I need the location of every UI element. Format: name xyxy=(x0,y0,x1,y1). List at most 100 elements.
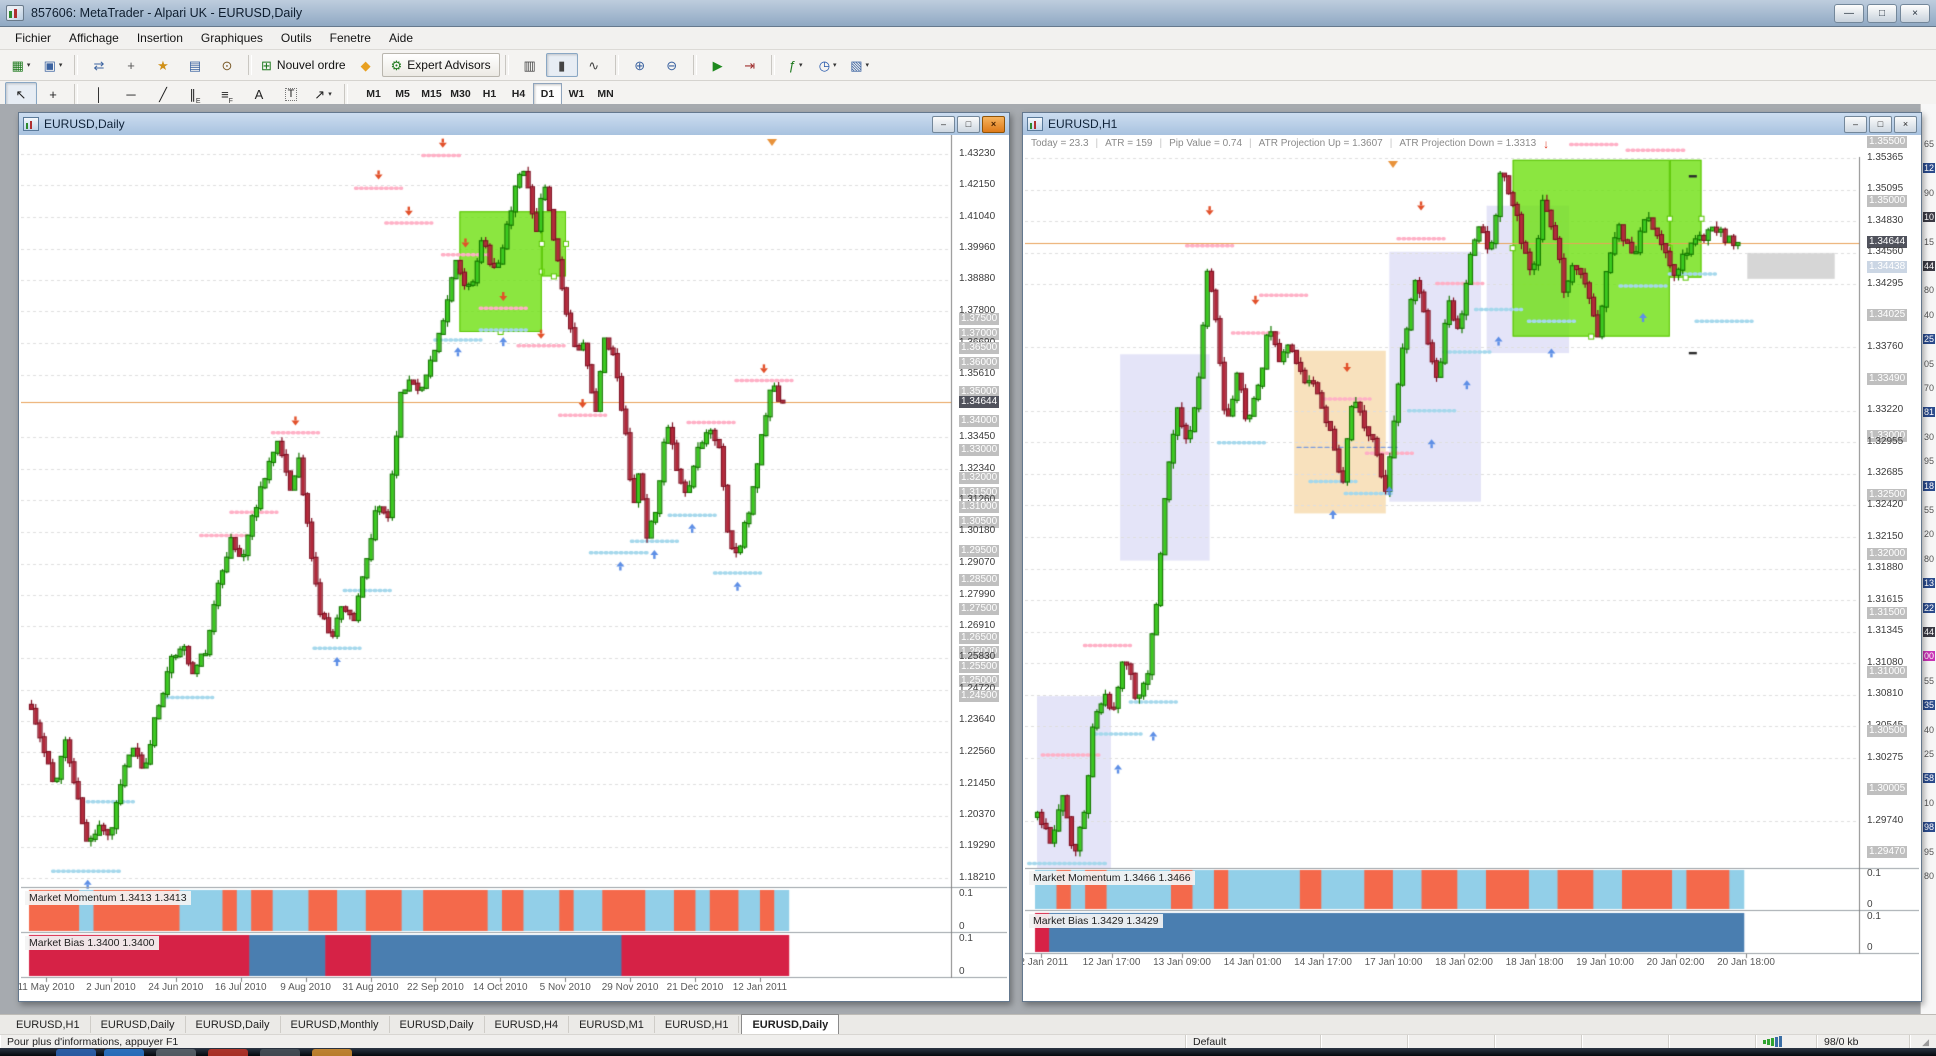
alert-icon[interactable]: ◆ xyxy=(350,53,382,77)
text-button[interactable]: A xyxy=(243,82,275,106)
workspace: 65 12 90 10 15 44 80 40 25 05 70 81 30 95 18 55 20 80 13 22… xyxy=(0,104,1936,1014)
chart-tab-5[interactable]: EURUSD,H4 xyxy=(485,1016,570,1033)
chart-tab-4[interactable]: EURUSD,Daily xyxy=(390,1016,485,1033)
periods-button[interactable]: ◷ ▾ xyxy=(812,53,844,77)
navigator-button[interactable]: ★ xyxy=(147,53,179,77)
terminal-icon: ▤ xyxy=(188,57,202,73)
maximize-button[interactable]: □ xyxy=(1867,3,1897,23)
timeframe-h1[interactable]: H1 xyxy=(475,83,504,105)
background-price-label: 80 xyxy=(1923,871,1934,881)
menu-item-fenetre[interactable]: Fenetre xyxy=(321,28,380,48)
chart-tab-1[interactable]: EURUSD,Daily xyxy=(91,1016,186,1033)
text-label-icon: T xyxy=(284,87,298,101)
menu-item-fichier[interactable]: Fichier xyxy=(6,28,60,48)
cursor-button[interactable]: ↖ xyxy=(5,82,37,106)
titlebar[interactable]: 857606: MetaTrader - Alpari UK - EURUSD,… xyxy=(0,0,1936,27)
profiles-button[interactable]: ▣ ▾ xyxy=(37,53,69,77)
timeframe-w1[interactable]: W1 xyxy=(562,83,591,105)
expert-advisors-button[interactable]: ⚙ Expert Advisors xyxy=(381,53,500,77)
line-chart-button[interactable]: ∿ xyxy=(578,53,610,77)
price-chart-canvas[interactable] xyxy=(1025,135,1919,999)
taskbar-app-icon[interactable] xyxy=(56,1049,96,1056)
new-chart-button[interactable]: ▦ ▾ xyxy=(5,53,37,77)
statusbar: Pour plus d'informations, appuyer F1 Def… xyxy=(0,1034,1936,1048)
fibonacci-button[interactable]: ≡ F xyxy=(211,82,243,106)
chart-tab-8[interactable]: EURUSD,Daily xyxy=(741,1014,840,1035)
data-window-button[interactable]: + xyxy=(115,53,147,77)
chart-close-button[interactable]: × xyxy=(982,115,1005,133)
profiles-icon: ▣ xyxy=(43,57,56,73)
chart-minimize-button[interactable]: – xyxy=(932,115,955,133)
market-watch-button[interactable]: ⇄ xyxy=(83,53,115,77)
dropdown-caret-icon: ▾ xyxy=(328,91,332,98)
windows-taskbar-sliver[interactable] xyxy=(0,1048,1936,1056)
taskbar-app-icon[interactable] xyxy=(312,1049,352,1056)
info-item: ATR = 159 xyxy=(1105,138,1153,149)
chart-body: 1.35500 1.35365 1.35095 1.35000 1.34830 1.346… xyxy=(1023,135,1921,1001)
menu-item-outils[interactable]: Outils xyxy=(272,28,321,48)
background-price-label: 65 xyxy=(1923,139,1934,149)
auto-scroll-button[interactable]: ▶ xyxy=(702,53,734,77)
vertical-line-button[interactable]: │ xyxy=(83,82,115,106)
chart-window-titlebar[interactable]: EURUSD,Daily – □ × xyxy=(19,113,1009,136)
arrows-tool-button[interactable]: ↗ ▾ xyxy=(307,82,339,106)
menu-item-graphiques[interactable]: Graphiques xyxy=(192,28,272,48)
minimize-button[interactable]: — xyxy=(1834,3,1864,23)
timeframe-mn[interactable]: MN xyxy=(591,83,620,105)
templates-button[interactable]: ▧ ▾ xyxy=(844,53,876,77)
chart-tab-3[interactable]: EURUSD,Monthly xyxy=(281,1016,390,1033)
equidistant-channel-button[interactable]: ∥ E xyxy=(179,82,211,106)
timeframe-m15[interactable]: M15 xyxy=(417,83,446,105)
candlestick-chart-button[interactable]: ▮ xyxy=(545,53,578,77)
terminal-button[interactable]: ▤ xyxy=(179,53,211,77)
strategy-tester-button[interactable]: ⊙ xyxy=(211,53,243,77)
new-order-button[interactable]: ⊞ Nouvel ordre xyxy=(257,53,350,77)
toolbar-separator xyxy=(74,84,78,104)
close-button[interactable]: × xyxy=(1900,3,1930,23)
taskbar-app-icon[interactable] xyxy=(104,1049,144,1056)
chart-tab-2[interactable]: EURUSD,Daily xyxy=(186,1016,281,1033)
chart-restore-button[interactable]: □ xyxy=(1869,115,1892,133)
chart-window-titlebar[interactable]: EURUSD,H1 – □ × xyxy=(1023,113,1921,136)
indicators-list-button[interactable]: ƒ ▾ xyxy=(780,53,812,77)
timeframe-m5[interactable]: M5 xyxy=(388,83,417,105)
status-help-text: Pour plus d'informations, appuyer F1 xyxy=(0,1035,1185,1048)
background-price-label: 81 xyxy=(1922,407,1935,418)
taskbar-app-icon[interactable] xyxy=(156,1049,196,1056)
chart-tab-6[interactable]: EURUSD,M1 xyxy=(569,1016,655,1033)
dropdown-caret-icon: ▾ xyxy=(833,62,837,69)
menu-item-affichage[interactable]: Affichage xyxy=(60,28,128,48)
timeframe-m1[interactable]: M1 xyxy=(359,83,388,105)
info-item: Today = 23.3 xyxy=(1031,138,1089,149)
taskbar-app-icon[interactable] xyxy=(260,1049,300,1056)
zoom-in-button[interactable]: ⊕ xyxy=(624,53,656,77)
text-label-button[interactable]: T xyxy=(275,82,307,106)
trendline-button[interactable]: ╱ xyxy=(147,82,179,106)
timeframe-d1[interactable]: D1 xyxy=(533,83,562,105)
toolbar-separator xyxy=(74,55,78,75)
info-separator: | xyxy=(1389,138,1393,149)
chart-tab-0[interactable]: EURUSD,H1 xyxy=(6,1016,91,1033)
timeframe-m30[interactable]: M30 xyxy=(446,83,475,105)
resize-grip[interactable]: ◢ xyxy=(1909,1035,1936,1048)
timeframe-h4[interactable]: H4 xyxy=(504,83,533,105)
chart-restore-button[interactable]: □ xyxy=(957,115,980,133)
price-chart-canvas[interactable] xyxy=(21,135,1007,999)
taskbar-app-icon[interactable] xyxy=(208,1049,248,1056)
horizontal-line-button[interactable]: ─ xyxy=(115,82,147,106)
bar-chart-button[interactable]: ▥ xyxy=(514,53,546,77)
crosshair-button[interactable]: + xyxy=(37,82,69,106)
status-profile[interactable]: Default xyxy=(1185,1035,1320,1048)
zoom-out-button[interactable]: ⊖ xyxy=(656,53,688,77)
chart-minimize-button[interactable]: – xyxy=(1844,115,1867,133)
menu-item-insertion[interactable]: Insertion xyxy=(128,28,192,48)
zoom-out-icon: ⊖ xyxy=(666,57,678,73)
chart-tab-7[interactable]: EURUSD,H1 xyxy=(655,1016,740,1033)
signal-bar xyxy=(1763,1039,1766,1044)
horizontal-line-icon: ─ xyxy=(126,86,136,102)
new-chart-icon: ▦ xyxy=(11,57,24,73)
signal-bar xyxy=(1779,1036,1782,1047)
chart-close-button[interactable]: × xyxy=(1894,115,1917,133)
chart-shift-button[interactable]: ⇥ xyxy=(734,53,766,77)
menu-item-aide[interactable]: Aide xyxy=(380,28,422,48)
